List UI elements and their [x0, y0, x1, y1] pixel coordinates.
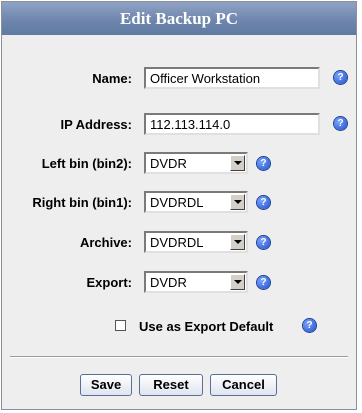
ip-address-field[interactable] [144, 113, 320, 135]
ip-label: IP Address: [60, 117, 132, 132]
archive-row: Archive: DVDRDL ? [2, 231, 356, 255]
help-icon[interactable]: ? [303, 319, 316, 332]
help-icon[interactable]: ? [257, 276, 270, 289]
dropdown-arrow-icon[interactable] [230, 274, 245, 290]
dropdown-arrow-icon[interactable] [230, 234, 245, 250]
right-bin-select[interactable]: DVDRDL [144, 191, 248, 213]
export-row: Export: DVDR ? [2, 271, 356, 295]
export-default-row: Use as Export Default ? [2, 317, 356, 341]
dropdown-arrow-icon[interactable] [230, 194, 245, 210]
ip-row: IP Address: ? [2, 113, 356, 137]
left-bin-row: Left bin (bin2): DVDR ? [2, 152, 356, 176]
export-label: Export: [86, 275, 133, 290]
cancel-button[interactable]: Cancel [210, 374, 277, 396]
export-value: DVDR [150, 275, 187, 290]
left-bin-select[interactable]: DVDR [144, 152, 248, 174]
right-bin-row: Right bin (bin1): DVDRDL ? [2, 191, 356, 215]
help-icon[interactable]: ? [257, 196, 270, 209]
export-default-label: Use as Export Default [139, 319, 274, 334]
right-bin-value: DVDRDL [150, 195, 204, 210]
left-bin-value: DVDR [150, 156, 187, 171]
edit-backup-pc-dialog: Edit Backup PC Name: ? IP Address: ? Lef… [1, 1, 357, 410]
help-icon[interactable]: ? [257, 157, 270, 170]
name-label: Name: [92, 71, 132, 86]
left-bin-label: Left bin (bin2): [41, 156, 132, 171]
export-default-checkbox[interactable] [115, 320, 126, 331]
archive-value: DVDRDL [150, 235, 204, 250]
divider [10, 356, 348, 358]
help-icon[interactable]: ? [334, 117, 347, 130]
export-select[interactable]: DVDR [144, 271, 248, 293]
help-icon[interactable]: ? [334, 71, 347, 84]
reset-button[interactable]: Reset [139, 374, 203, 396]
save-button[interactable]: Save [80, 374, 132, 396]
dropdown-arrow-icon[interactable] [230, 155, 245, 171]
archive-select[interactable]: DVDRDL [144, 231, 248, 253]
archive-label: Archive: [79, 235, 132, 250]
right-bin-label: Right bin (bin1): [32, 195, 132, 210]
name-row: Name: ? [2, 67, 356, 91]
help-icon[interactable]: ? [257, 236, 270, 249]
dialog-title: Edit Backup PC [2, 2, 356, 35]
name-field[interactable] [144, 67, 320, 89]
